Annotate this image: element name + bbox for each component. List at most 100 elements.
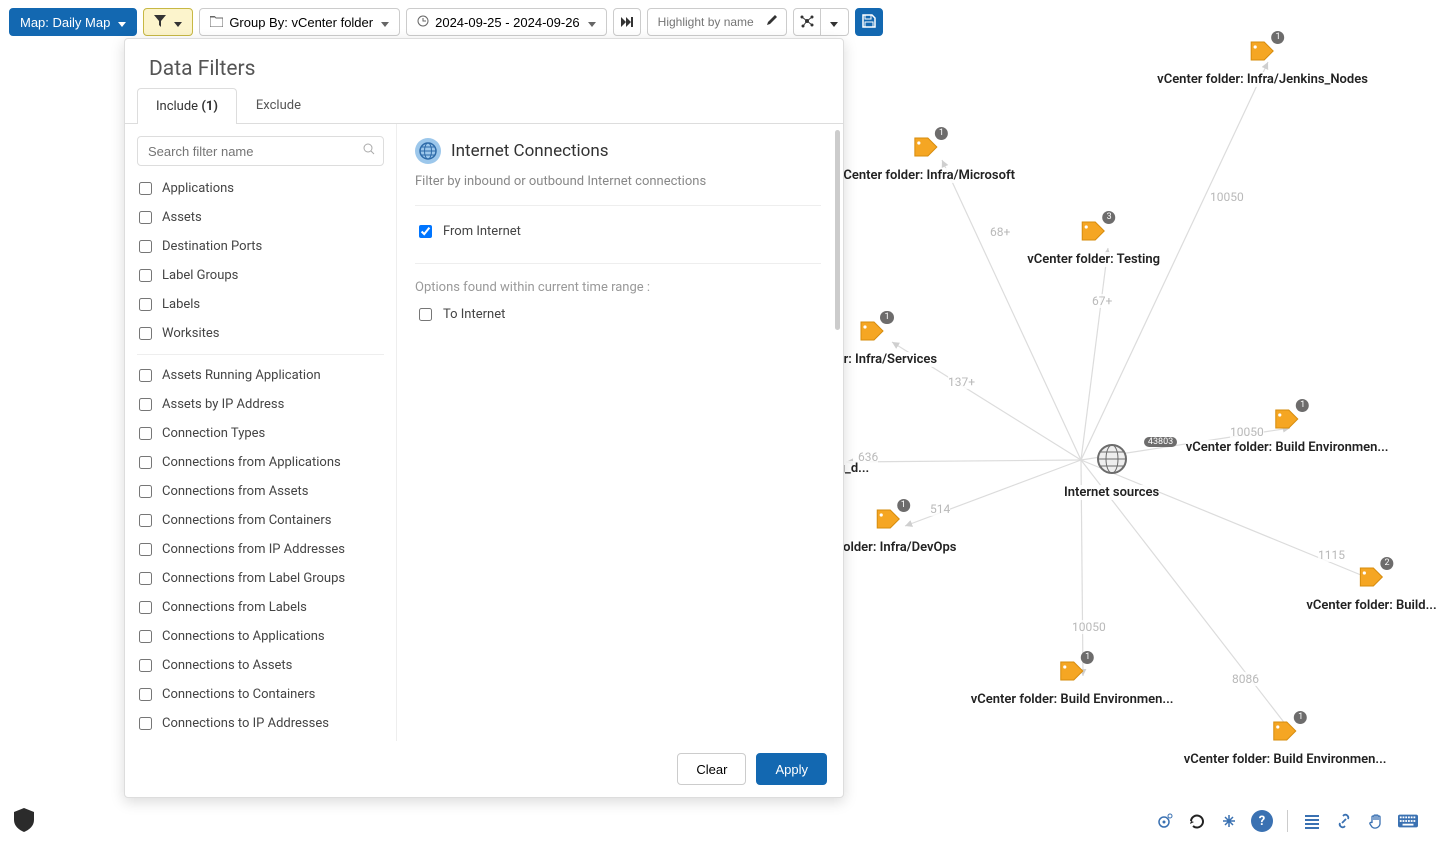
filter-category-item[interactable]: Connections to Assets	[133, 651, 388, 680]
filter-category-item[interactable]: Connections from Labels	[133, 593, 388, 622]
node-badge: 1	[935, 127, 948, 140]
filter-category-checkbox[interactable]	[139, 182, 152, 195]
filter-category-checkbox[interactable]	[139, 369, 152, 382]
to-internet-row[interactable]: To Internet	[415, 305, 821, 324]
filter-category-checkbox[interactable]	[139, 240, 152, 253]
keyboard-icon[interactable]	[1398, 811, 1418, 831]
separator	[415, 263, 821, 264]
node-label: vCenter folder: Infra/Microsoft	[837, 168, 1015, 183]
filter-category-checkbox[interactable]	[139, 630, 152, 643]
filter-category-item[interactable]: Applications	[133, 174, 388, 203]
layout-mode-dropdown[interactable]	[821, 8, 849, 36]
shield-icon[interactable]	[14, 808, 34, 836]
apply-button[interactable]: Apply	[756, 753, 827, 785]
tag-icon: 1	[1272, 720, 1298, 742]
filter-category-item[interactable]: Destination Ports	[133, 232, 388, 261]
filter-search-input[interactable]	[146, 143, 363, 160]
tag-icon: 3	[1081, 220, 1107, 242]
link-icon[interactable]	[1334, 811, 1354, 831]
filter-category-checkbox[interactable]	[139, 514, 152, 527]
filter-category-checkbox[interactable]	[139, 327, 152, 340]
refresh-icon[interactable]	[1187, 811, 1207, 831]
filter-category-checkbox[interactable]	[139, 398, 152, 411]
filter-search-box[interactable]	[137, 136, 384, 166]
filter-category-checkbox[interactable]	[139, 298, 152, 311]
filter-category-label: Assets by IP Address	[162, 397, 284, 412]
filter-category-checkbox[interactable]	[139, 211, 152, 224]
filter-category-item[interactable]: Assets by IP Address	[133, 390, 388, 419]
filter-category-checkbox[interactable]	[139, 269, 152, 282]
edge-label: 10050	[1230, 425, 1264, 439]
layout-mode-button[interactable]	[793, 8, 821, 36]
caret-down-icon	[118, 15, 126, 30]
filter-category-checkbox[interactable]	[139, 601, 152, 614]
filter-category-item[interactable]: Labels	[133, 290, 388, 319]
filter-category-item[interactable]: Connections from Label Groups	[133, 564, 388, 593]
filter-category-item[interactable]: Connections from Containers	[133, 506, 388, 535]
help-icon[interactable]: ?	[1251, 810, 1273, 832]
daterange-label: 2024-09-25 - 2024-09-26	[435, 15, 580, 30]
clear-button[interactable]: Clear	[677, 753, 746, 785]
group-by-button[interactable]: Group By: vCenter folder	[199, 8, 400, 36]
filter-category-checkbox[interactable]	[139, 427, 152, 440]
filter-category-checkbox[interactable]	[139, 659, 152, 672]
settings-icon[interactable]	[1155, 811, 1175, 831]
map-node[interactable]: 3vCenter folder: Testing	[1027, 220, 1160, 267]
filter-category-list[interactable]: ApplicationsAssetsDestination PortsLabel…	[125, 124, 397, 741]
filter-category-item[interactable]: Connections to IP Addresses	[133, 709, 388, 738]
scrollbar[interactable]	[835, 130, 840, 330]
filter-category-item[interactable]: Connection Types	[133, 419, 388, 448]
highlight-input[interactable]	[656, 14, 758, 30]
list-view-icon[interactable]	[1302, 811, 1322, 831]
filter-category-item[interactable]: Connections from Assets	[133, 477, 388, 506]
filter-category-label: Applications	[162, 181, 234, 196]
filter-category-label: Connections to Applications	[162, 629, 325, 644]
map-node[interactable]: 1vCenter folder: Build Environmen...	[971, 660, 1174, 707]
daterange-button[interactable]: 2024-09-25 - 2024-09-26	[406, 8, 607, 36]
filter-category-checkbox[interactable]	[139, 543, 152, 556]
map-node[interactable]: 1vCenter folder: Build Environmen...	[1186, 408, 1389, 455]
filter-category-item[interactable]: Connections from IP Addresses	[133, 535, 388, 564]
filter-category-checkbox[interactable]	[139, 688, 152, 701]
tab-exclude[interactable]: Exclude	[237, 87, 320, 123]
filter-category-checkbox[interactable]	[139, 485, 152, 498]
skip-end-button[interactable]	[613, 8, 641, 36]
filter-category-label: Connections to Containers	[162, 687, 315, 702]
from-internet-checkbox[interactable]	[419, 225, 432, 238]
filter-category-item[interactable]: Connections from Applications	[133, 448, 388, 477]
filter-category-item[interactable]: Connections to Containers	[133, 680, 388, 709]
fit-view-icon[interactable]	[1219, 811, 1239, 831]
map-selector-button[interactable]: Map: Daily Map	[9, 8, 137, 36]
filter-category-checkbox[interactable]	[139, 717, 152, 730]
skip-end-icon	[621, 15, 633, 30]
edge-label: 514	[930, 502, 950, 516]
to-internet-checkbox[interactable]	[419, 308, 432, 321]
tag-icon: 1	[1059, 660, 1085, 682]
filter-category-checkbox[interactable]	[139, 572, 152, 585]
highlight-input-wrap[interactable]	[647, 8, 787, 36]
tab-include[interactable]: Include (1)	[137, 88, 237, 124]
filter-category-item[interactable]: Assets Running Application	[133, 361, 388, 390]
from-internet-row[interactable]: From Internet	[415, 222, 821, 241]
edge-label: 137+	[948, 375, 975, 389]
caret-down-icon	[381, 15, 389, 30]
pan-hand-icon[interactable]	[1366, 811, 1386, 831]
filter-category-label: Connections to Assets	[162, 658, 292, 673]
map-node[interactable]: 1vCenter folder: Infra/Microsoft	[837, 136, 1015, 183]
tab-include-count: (1)	[201, 99, 218, 114]
detail-subtitle: Filter by inbound or outbound Internet c…	[415, 174, 821, 189]
save-button[interactable]	[855, 8, 883, 36]
tag-icon: 1	[1274, 408, 1300, 430]
filters-button[interactable]	[143, 8, 193, 36]
node-internet-sources[interactable]: 43803 Internet sources	[1064, 443, 1159, 500]
node-badge: 43803	[1144, 437, 1177, 447]
filter-category-item[interactable]: Label Groups	[133, 261, 388, 290]
map-node[interactable]: 1vCenter folder: Build Environmen...	[1184, 720, 1387, 767]
node-label: vCenter folder: Infra/Jenkins_Nodes	[1157, 72, 1368, 87]
filter-category-item[interactable]: Worksites	[133, 319, 388, 348]
map-node[interactable]: 1vCenter folder: Infra/Jenkins_Nodes	[1157, 40, 1368, 87]
map-node[interactable]: 2vCenter folder: Build...	[1306, 566, 1436, 613]
filter-category-checkbox[interactable]	[139, 456, 152, 469]
filter-category-item[interactable]: Assets	[133, 203, 388, 232]
filter-category-item[interactable]: Connections to Applications	[133, 622, 388, 651]
